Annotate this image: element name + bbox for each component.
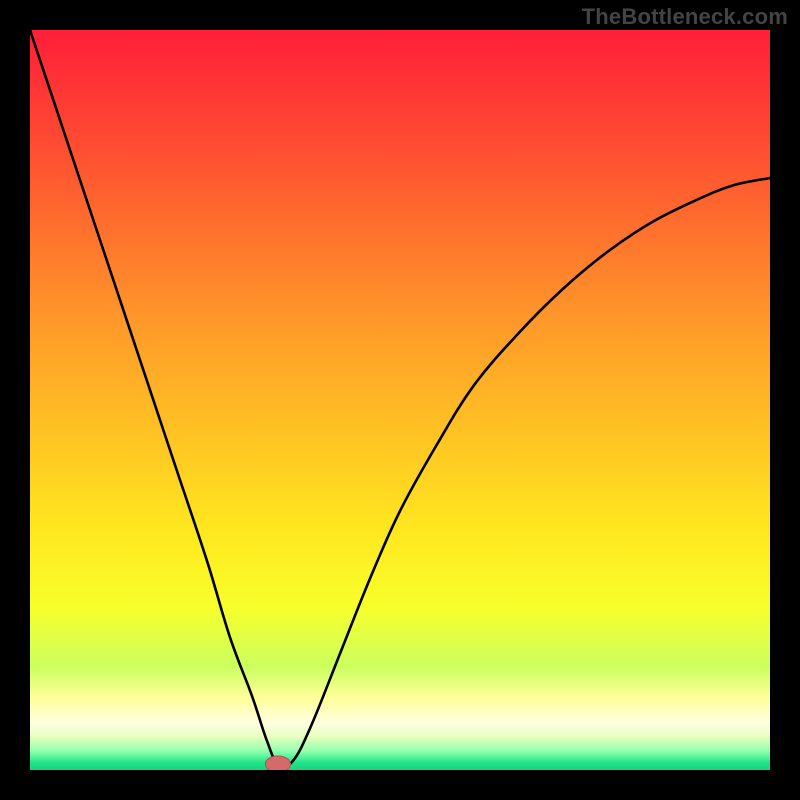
watermark-text: TheBottleneck.com — [582, 4, 788, 30]
gradient-background — [30, 30, 770, 770]
chart-frame: TheBottleneck.com — [0, 0, 800, 800]
chart-svg — [30, 30, 770, 770]
plot-area — [30, 30, 770, 770]
minimum-marker — [265, 756, 290, 770]
